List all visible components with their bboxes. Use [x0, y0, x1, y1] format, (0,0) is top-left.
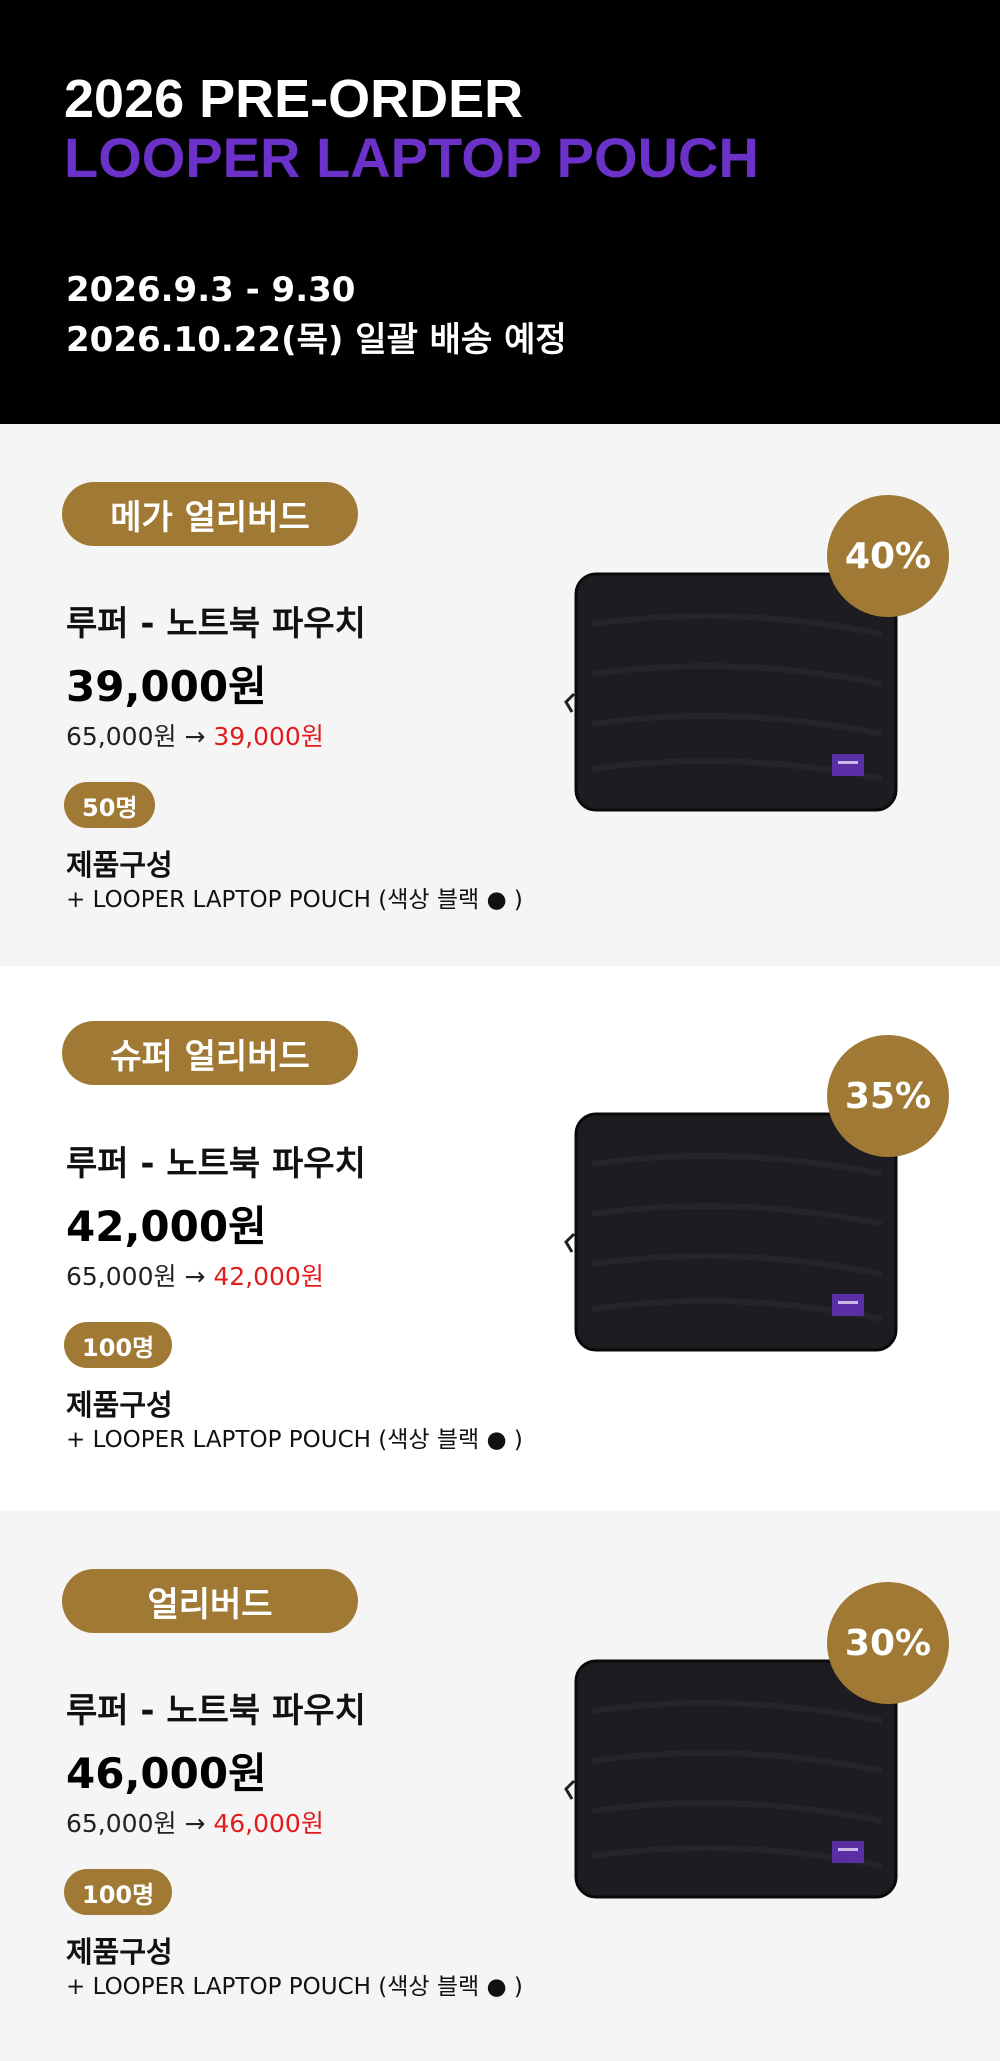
- composition-item: + LOOPER LAPTOP POUCH (색상 블랙 ● ): [66, 1427, 523, 1453]
- tier-section-super: 슈퍼 얼리버드 루퍼 - 노트북 파우치 42,000원 65,000원 → 4…: [0, 966, 1000, 1511]
- sale-price: 42,000원: [213, 1262, 324, 1291]
- discount-badge: 35%: [827, 1035, 949, 1157]
- tier-badge: 얼리버드: [62, 1569, 358, 1633]
- original-price: 65,000원: [66, 1262, 177, 1291]
- price: 39,000원: [66, 662, 267, 711]
- arrow: →: [184, 1262, 206, 1291]
- hero-title: 2026 PRE-ORDER: [64, 69, 524, 129]
- sale-price: 39,000원: [213, 722, 324, 751]
- composition-item: + LOOPER LAPTOP POUCH (색상 블랙 ● ): [66, 887, 523, 913]
- hero-banner: 2026 PRE-ORDER LOOPER LAPTOP POUCH 2026.…: [0, 0, 1000, 424]
- delivery-date: 2026.10.22(목) 일괄 배송 예정: [66, 320, 567, 360]
- tier-section-mega: 메가 얼리버드 루퍼 - 노트북 파우치 39,000원 65,000원 → 3…: [0, 424, 1000, 966]
- quantity-badge: 100명: [64, 1869, 173, 1915]
- tier-badge: 메가 얼리버드: [62, 482, 358, 546]
- price-compare: 65,000원 → 39,000원: [66, 722, 324, 752]
- composition-title: 제품구성: [66, 848, 173, 882]
- product-name: 루퍼 - 노트북 파우치: [66, 1691, 366, 1731]
- quantity-badge: 100명: [64, 1322, 173, 1368]
- price: 46,000원: [66, 1749, 267, 1798]
- product-name: 루퍼 - 노트북 파우치: [66, 604, 366, 644]
- preorder-period: 2026.9.3 - 9.30: [66, 270, 356, 310]
- original-price: 65,000원: [66, 1809, 177, 1838]
- arrow: →: [184, 722, 206, 751]
- tier-badge: 슈퍼 얼리버드: [62, 1021, 358, 1085]
- tier-section-early: 얼리버드 루퍼 - 노트북 파우치 46,000원 65,000원 → 46,0…: [0, 1511, 1000, 2061]
- arrow: →: [184, 1809, 206, 1838]
- original-price: 65,000원: [66, 722, 177, 751]
- price: 42,000원: [66, 1202, 267, 1251]
- quantity-badge: 50명: [64, 782, 156, 828]
- price-compare: 65,000원 → 46,000원: [66, 1809, 324, 1839]
- composition-title: 제품구성: [66, 1388, 173, 1422]
- hero-product-title: LOOPER LAPTOP POUCH: [64, 126, 759, 189]
- composition-title: 제품구성: [66, 1935, 173, 1969]
- composition-item: + LOOPER LAPTOP POUCH (색상 블랙 ● ): [66, 1974, 523, 2000]
- price-compare: 65,000원 → 42,000원: [66, 1262, 324, 1292]
- product-name: 루퍼 - 노트북 파우치: [66, 1144, 366, 1184]
- sale-price: 46,000원: [213, 1809, 324, 1838]
- discount-badge: 40%: [827, 495, 949, 617]
- discount-badge: 30%: [827, 1582, 949, 1704]
